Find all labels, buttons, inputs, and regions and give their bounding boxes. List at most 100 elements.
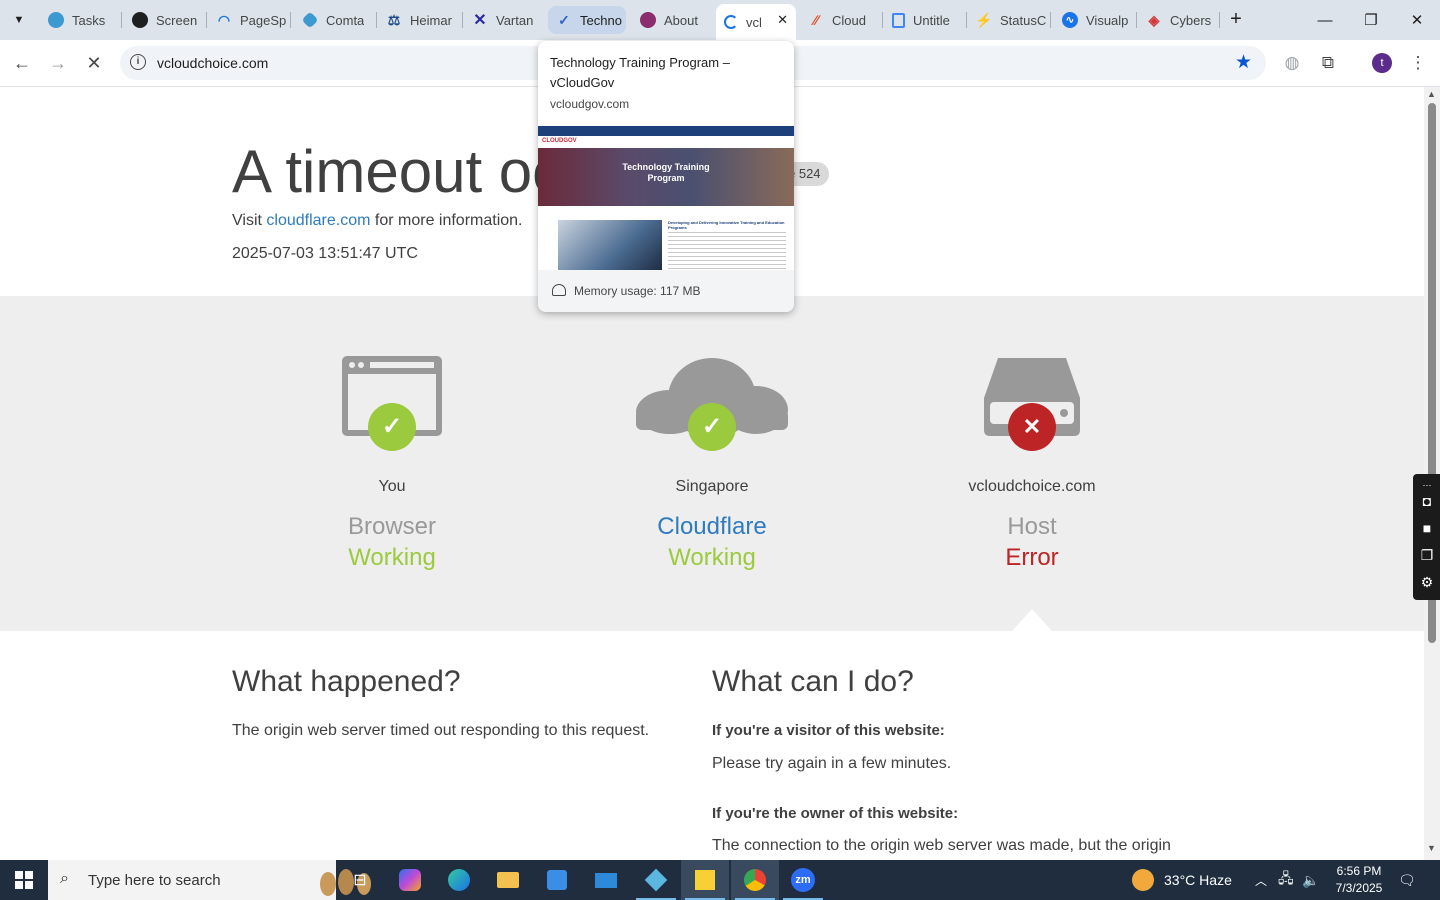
plus-icon: + (1230, 8, 1242, 30)
tab-untitled[interactable]: Untitle (884, 6, 964, 34)
hover-card-domain: vcloudgov.com (550, 97, 630, 111)
node-location: Singapore (675, 478, 749, 495)
tab-vartana[interactable]: ✕ Vartan (464, 6, 544, 34)
visitor-heading: If you're a visitor of this website: (712, 722, 945, 739)
weather-widget[interactable]: 33°C Haze (1132, 860, 1232, 900)
hover-card-memory: Memory usage: 117 MB (538, 270, 794, 312)
preview-brand: CLOUDGOV (542, 138, 577, 144)
tab-title: PageSp (240, 12, 287, 28)
tab-technology-training[interactable]: ✓ Techno (548, 6, 626, 34)
tab-tasks[interactable]: Tasks (40, 6, 120, 34)
back-button[interactable]: ← (8, 49, 36, 77)
scroll-up-icon[interactable]: ▲ (1427, 89, 1436, 99)
file-explorer-taskbar-button[interactable] (484, 860, 532, 900)
cloudflare-node-link[interactable]: Cloudflare (562, 513, 862, 541)
search-icon: ⌕ (60, 870, 69, 887)
arrow-left-icon: ← (13, 52, 31, 73)
extensions-puzzle-icon[interactable]: ⧉ (1316, 51, 1340, 75)
show-hidden-icons-button[interactable]: ︿ (1255, 860, 1267, 900)
tab-statusc[interactable]: ⚡ StatusC (968, 6, 1048, 34)
error-title: A timeout oc (232, 138, 563, 205)
address-url[interactable]: vcloudchoice.com (157, 55, 268, 71)
menu-kebab-icon[interactable]: ⋮ (1406, 51, 1430, 75)
close-window-button[interactable]: ✕ (1394, 0, 1440, 40)
tab-title: Tasks (72, 12, 106, 28)
loading-spinner-icon (724, 15, 738, 29)
mail-taskbar-button[interactable] (582, 860, 630, 900)
stop-icon: ✕ (86, 52, 102, 73)
notification-icon: 🗨 (1398, 871, 1416, 888)
task-view-button[interactable]: ⊟ (336, 860, 384, 900)
sticky-notes-taskbar-button[interactable] (681, 860, 729, 900)
tab-about[interactable]: About (632, 6, 712, 34)
tasks-icon (48, 12, 64, 28)
tab-comta[interactable]: Comta (294, 6, 374, 34)
app-taskbar-button[interactable] (632, 860, 680, 900)
taskbar-search[interactable]: ⌕ Type here to search (48, 860, 371, 900)
preview-article-image (558, 220, 662, 270)
haze-weather-icon (1132, 869, 1154, 891)
visit-line: Visit cloudflare.com for more informatio… (232, 212, 523, 230)
stop-loading-button[interactable]: ✕ (80, 49, 108, 77)
folder-icon (497, 872, 519, 888)
weather-text: 33°C Haze (1164, 872, 1232, 888)
network-button[interactable]: 🖧 (1278, 860, 1294, 900)
scroll-down-icon[interactable]: ▼ (1427, 843, 1436, 853)
settings-gear-icon[interactable]: ⚙ (1418, 573, 1436, 591)
tab-title: Screen (156, 12, 198, 28)
translate-globe-icon[interactable]: ◍ (1280, 51, 1304, 75)
memory-usage-text: Memory usage: 117 MB (574, 284, 701, 298)
tab-hover-card: Technology Training Program – vCloudGov … (538, 41, 794, 312)
tab-title: vcl (746, 14, 762, 30)
new-tab-button[interactable]: + (1224, 8, 1248, 32)
tab-title: Heimar (410, 12, 452, 28)
tab-visualp[interactable]: ∿ Visualp (1054, 6, 1134, 34)
zoom-taskbar-button[interactable]: zm (779, 860, 827, 900)
what-can-i-do-heading: What can I do? (712, 665, 914, 698)
tab-cloud[interactable]: ∕∕ Cloud (800, 6, 880, 34)
statusc-icon: ⚡ (975, 11, 993, 28)
tab-separator (1050, 12, 1051, 28)
profile-avatar[interactable]: t (1372, 53, 1392, 73)
video-icon[interactable]: ■ (1418, 519, 1436, 537)
about-icon (640, 12, 656, 28)
forward-button[interactable]: → (44, 49, 72, 77)
tab-separator (462, 12, 463, 28)
notifications-button[interactable]: 🗨 (1398, 860, 1416, 900)
close-tab-icon[interactable]: ✕ (777, 12, 788, 28)
comta-icon (301, 11, 319, 29)
tab-vcloudchoice-active[interactable]: vcl ✕ (716, 4, 796, 40)
volume-button[interactable]: 🔈 (1302, 860, 1319, 900)
chrome-taskbar-button[interactable] (731, 860, 779, 900)
tab-heimar[interactable]: ⚖ Heimar (378, 6, 458, 34)
node-name: Browser (347, 513, 437, 540)
minimize-button[interactable]: — (1302, 0, 1348, 40)
check-icon: ✓ (688, 403, 736, 451)
start-button[interactable] (0, 860, 48, 900)
sticky-notes-icon (695, 870, 715, 890)
diagnostic-band: ✓ You Browser Working ✓ Singapore Cloudf… (0, 296, 1424, 631)
store-taskbar-button[interactable] (533, 860, 581, 900)
site-info-icon[interactable]: i (130, 54, 146, 70)
bookmark-star-icon[interactable]: ★ (1235, 51, 1252, 74)
close-icon: ✕ (1410, 12, 1424, 29)
tab-search-button[interactable]: ▼ (6, 8, 32, 32)
tab-pagespeed[interactable]: ◠ PageSp (208, 6, 288, 34)
window-capture-icon[interactable]: ❐ (1418, 546, 1436, 564)
tab-cybers[interactable]: ◈ Cybers (1138, 6, 1218, 34)
visit-prefix: Visit (232, 212, 262, 229)
tab-screen[interactable]: Screen (124, 6, 204, 34)
edge-taskbar-button[interactable] (435, 860, 483, 900)
restore-button[interactable]: ❐ (1348, 0, 1394, 40)
capture-side-widget: ⋯ ◘ ■ ❐ ⚙ (1413, 474, 1440, 600)
taskbar-search-placeholder[interactable]: Type here to search (88, 872, 221, 889)
tab-separator (290, 12, 291, 28)
pointer-arrow (1012, 609, 1052, 631)
camera-icon[interactable]: ◘ (1418, 492, 1436, 510)
chevron-down-icon: ▼ (13, 14, 25, 26)
taskbar-clock[interactable]: 6:56 PM 7/3/2025 (1326, 863, 1392, 897)
tab-separator (121, 12, 122, 28)
copilot-taskbar-button[interactable] (386, 860, 434, 900)
mail-icon (595, 872, 617, 888)
cloudflare-link[interactable]: cloudflare.com (266, 212, 370, 229)
